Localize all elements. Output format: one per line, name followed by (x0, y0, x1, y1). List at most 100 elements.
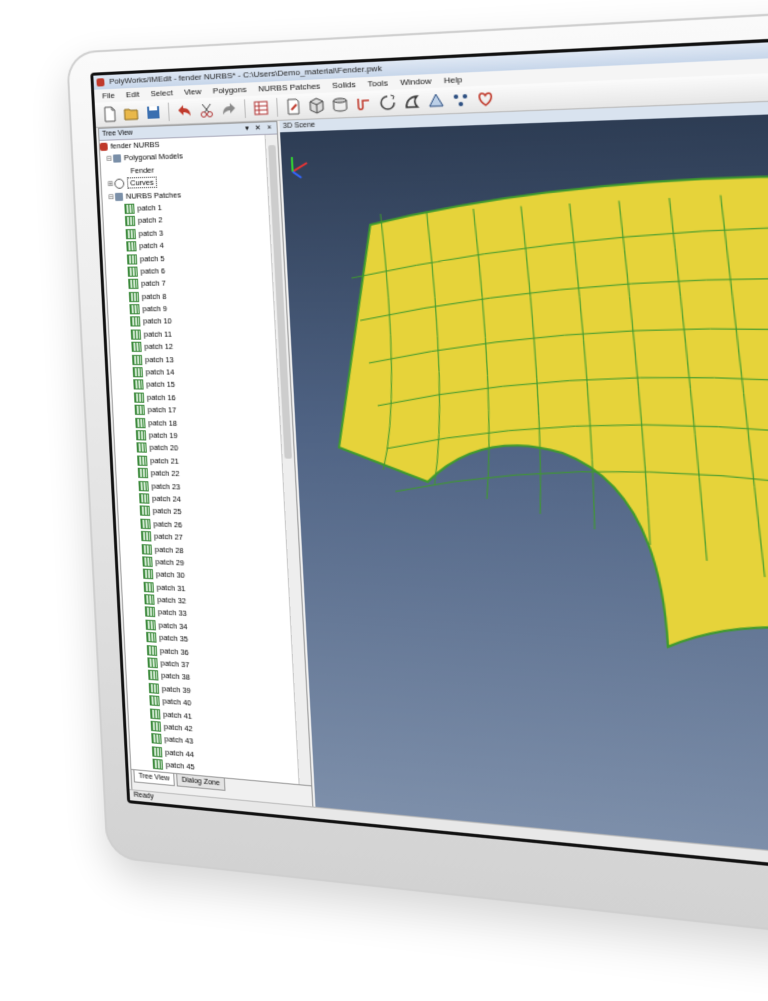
patch-label: patch 39 (162, 684, 191, 695)
patch-icon (144, 594, 154, 605)
patch-label: patch 25 (153, 506, 182, 516)
tree-view-title: Tree View (102, 130, 133, 138)
patch-icon (131, 342, 141, 352)
toolbar-separator (244, 99, 246, 118)
patch-icon (151, 733, 161, 744)
tree-item-patch[interactable]: patch 7 (107, 277, 273, 291)
undo-icon[interactable] (175, 102, 194, 121)
menu-file[interactable]: File (102, 91, 115, 101)
patch-icon (129, 304, 139, 314)
patch-label: patch 16 (147, 392, 176, 402)
patch-icon (134, 392, 144, 402)
patch-label: patch 43 (164, 734, 193, 746)
patch-icon (151, 721, 161, 732)
cube-icon[interactable] (307, 96, 327, 116)
patch-label: patch 19 (149, 430, 178, 440)
patch-label: patch 34 (158, 620, 187, 631)
patch-label: patch 44 (165, 747, 194, 759)
open-icon[interactable] (122, 104, 141, 123)
patch-icon (142, 544, 152, 555)
patch-icon (129, 292, 139, 302)
patch-icon (147, 657, 157, 668)
patch-icon (146, 632, 156, 643)
tree-item-patch[interactable]: patch 12 (110, 341, 276, 355)
layers-icon[interactable] (330, 95, 350, 115)
tree-item-patch[interactable]: patch 10 (108, 316, 274, 329)
patch-label: patch 22 (151, 468, 180, 478)
patch-icon (133, 380, 143, 390)
patch-icon (124, 204, 134, 214)
tree-item-patch[interactable]: patch 9 (108, 303, 274, 316)
patch-icon (127, 266, 137, 276)
status-text: Ready (134, 791, 154, 800)
patch-label: patch 2 (138, 216, 163, 226)
model-icon (100, 143, 108, 151)
nurbs-surface-render (280, 90, 768, 920)
patch-icon (140, 506, 150, 517)
patch-icon (150, 708, 160, 719)
app-icon (96, 78, 104, 86)
patch-label: patch 33 (158, 608, 187, 619)
tab-tree-view[interactable]: Tree View (133, 770, 175, 786)
new-icon[interactable] (101, 105, 120, 124)
menu-view[interactable]: View (184, 87, 202, 97)
patch-label: patch 36 (160, 646, 189, 657)
patch-label: patch 17 (147, 405, 176, 415)
tree-item-patch[interactable]: patch 6 (106, 264, 272, 278)
menu-edit[interactable]: Edit (126, 90, 140, 100)
menu-nurbs-patches[interactable]: NURBS Patches (258, 81, 321, 93)
tree-item-patch[interactable]: patch 11 (109, 328, 275, 341)
patch-icon (147, 645, 157, 656)
menu-tools[interactable]: Tools (367, 78, 388, 88)
main-area: Tree View ▾ ✕ × fender NURBS ⊟ Polygonal … (96, 83, 768, 904)
menu-window[interactable]: Window (400, 76, 432, 87)
patch-label: patch 23 (151, 481, 180, 491)
cut-icon[interactable] (197, 101, 216, 120)
menu-select[interactable]: Select (150, 88, 173, 98)
patch-label: patch 28 (154, 544, 183, 555)
patch-label: patch 10 (143, 317, 172, 326)
menu-help[interactable]: Help (444, 75, 463, 86)
patch-icon (130, 317, 140, 327)
patch-label: patch 21 (150, 456, 179, 466)
edit-icon[interactable] (283, 97, 303, 117)
patch-label: patch 31 (156, 582, 185, 593)
panel-controls[interactable]: ▾ ✕ × (245, 122, 274, 134)
menu-polygons[interactable]: Polygons (213, 85, 247, 96)
patch-label: patch 14 (145, 367, 174, 377)
patch-label: patch 29 (155, 557, 184, 568)
monitor-screen: PolyWorks/IMEdit - fender NURBS* - C:\Us… (90, 14, 768, 920)
patch-icon (126, 229, 136, 239)
application-window: PolyWorks/IMEdit - fender NURBS* - C:\Us… (93, 18, 768, 916)
nodes-icon[interactable] (450, 90, 471, 110)
save-icon[interactable] (144, 103, 163, 122)
tree-item-patch[interactable]: patch 8 (107, 290, 273, 303)
tab-dialog-zone[interactable]: Dialog Zone (176, 774, 225, 791)
toolbar-separator (276, 98, 278, 117)
patch-label: patch 4 (139, 241, 164, 251)
patch-icon (133, 367, 143, 377)
patch-icon (137, 455, 147, 465)
menu-solids[interactable]: Solids (332, 80, 356, 91)
patch-icon (136, 430, 146, 440)
table-icon[interactable] (251, 98, 271, 117)
redo-icon[interactable] (219, 100, 238, 119)
patch-icon (143, 569, 153, 580)
patch-icon (149, 695, 159, 706)
patch-label: patch 27 (154, 532, 183, 542)
patch-icon (139, 493, 149, 504)
patch-icon (135, 405, 145, 415)
patch-icon (135, 417, 145, 427)
curve-icon[interactable] (354, 94, 374, 114)
polygon-icon[interactable] (426, 91, 447, 111)
rotate-icon[interactable] (377, 93, 398, 113)
patch-label: patch 11 (144, 329, 173, 338)
patch-list: patch 1 patch 2 patch 3 patch 4 patch 5 patch… (103, 199, 299, 784)
shape-icon[interactable] (401, 92, 422, 112)
patch-icon (145, 619, 155, 630)
patch-icon (142, 556, 152, 567)
patch-icon (128, 279, 138, 289)
3d-scene-viewport[interactable]: 3D Scene (279, 83, 768, 904)
heart-icon[interactable] (475, 89, 496, 109)
curve-icon (114, 179, 124, 189)
